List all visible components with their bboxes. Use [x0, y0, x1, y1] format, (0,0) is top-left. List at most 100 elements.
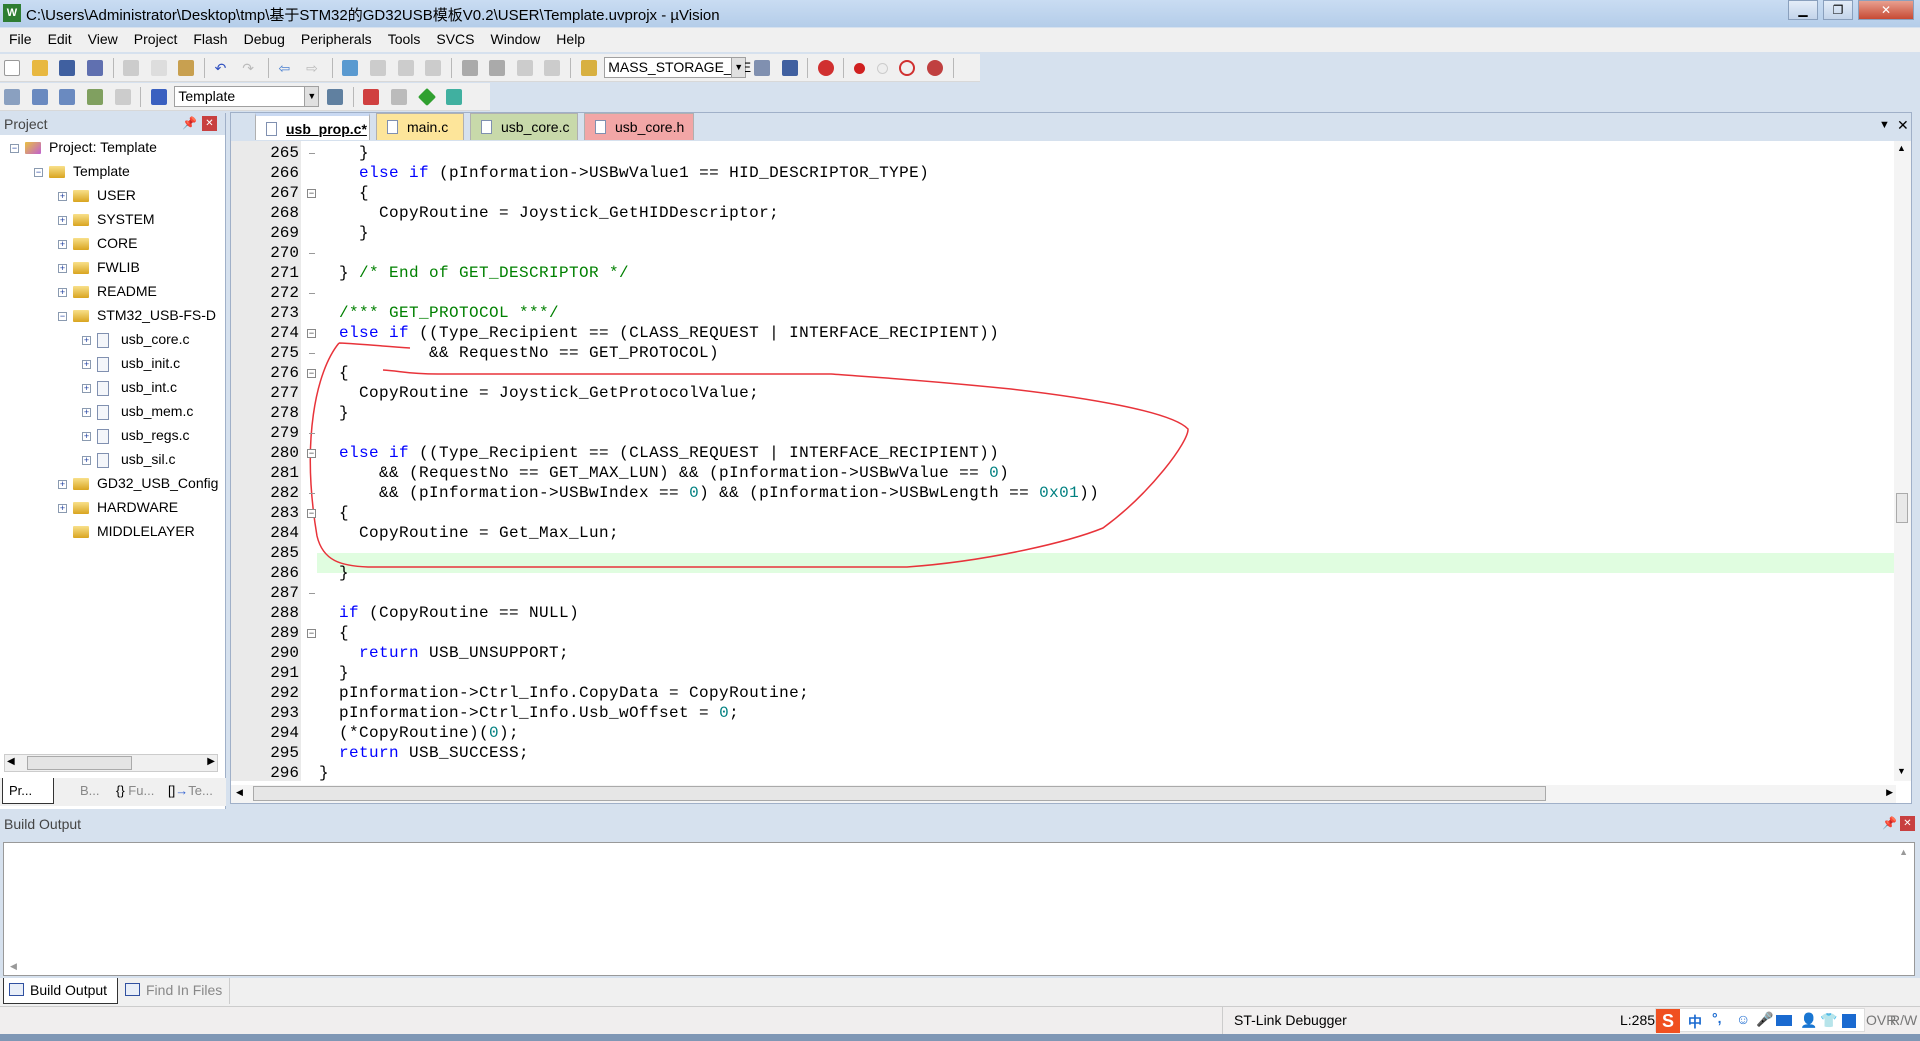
editor-vscrollbar[interactable]: ▲ ▼	[1894, 141, 1911, 781]
expand-icon[interactable]: +	[82, 335, 91, 345]
fold-collapse-icon[interactable]: −	[307, 449, 316, 458]
code-line[interactable]: }	[319, 563, 349, 583]
user-icon[interactable]: 👤	[1800, 1012, 1817, 1029]
tree-item[interactable]: + CORE	[58, 233, 137, 253]
code-editor[interactable]: usb_prop.c* main.c usb_core.c usb_core.h ▼ …	[230, 112, 1912, 804]
tree-item[interactable]: − Project: Template	[10, 137, 157, 157]
select-packs-icon[interactable]	[446, 89, 463, 105]
pin-icon[interactable]: 📌	[182, 116, 197, 130]
chevron-down-icon[interactable]: ▼	[731, 58, 746, 77]
tree-item[interactable]: + usb_mem.c	[82, 401, 193, 421]
fold-collapse-icon[interactable]: −	[307, 509, 316, 518]
sogou-ime-icon[interactable]: S	[1656, 1009, 1680, 1033]
manage-components-icon[interactable]	[363, 89, 380, 105]
editor-hscrollbar[interactable]: ◀ ▶	[231, 785, 1896, 803]
code-line[interactable]: }	[319, 143, 369, 163]
fold-collapse-icon[interactable]: −	[307, 369, 316, 378]
scroll-left-icon[interactable]: ◀	[10, 961, 17, 972]
pack-installer-icon[interactable]	[417, 87, 436, 107]
code-line[interactable]: {	[319, 183, 369, 203]
tree-item[interactable]: + usb_int.c	[82, 377, 177, 397]
code-line[interactable]: {	[319, 363, 349, 383]
expand-icon[interactable]: +	[82, 407, 91, 417]
fold-collapse-icon[interactable]: −	[307, 629, 316, 638]
code-line[interactable]: if (CopyRoutine == NULL)	[319, 603, 579, 623]
menu-window[interactable]: Window	[482, 28, 548, 47]
tree-item[interactable]: + usb_sil.c	[82, 449, 175, 469]
collapse-icon[interactable]: −	[58, 311, 67, 321]
editor-tab[interactable]: usb_core.c	[470, 113, 578, 140]
menu-svcs[interactable]: SVCS	[427, 28, 481, 47]
expand-icon[interactable]: +	[82, 383, 91, 393]
menu-file[interactable]: File	[0, 28, 39, 47]
close-tab-icon[interactable]: ✕	[1897, 117, 1909, 134]
toolbox-icon[interactable]	[1842, 1014, 1856, 1028]
new-file-icon[interactable]	[4, 60, 20, 76]
code-line[interactable]: }	[319, 763, 329, 783]
chevron-down-icon[interactable]: ▼	[304, 87, 319, 106]
expand-icon[interactable]: +	[58, 263, 67, 273]
tree-item[interactable]: − STM32_USB-FS-D	[58, 305, 216, 325]
scroll-thumb[interactable]	[27, 756, 132, 770]
stop-build-icon[interactable]	[114, 89, 131, 105]
close-window-button[interactable]: ✕	[1858, 0, 1914, 20]
pin-icon[interactable]: 📌	[1882, 816, 1897, 830]
vscroll-thumb[interactable]	[1896, 493, 1908, 523]
next-bookmark-icon[interactable]	[397, 60, 414, 76]
tree-item[interactable]: − Template	[34, 161, 130, 181]
code-line[interactable]: (*CopyRoutine)(0);	[319, 723, 519, 743]
code-line[interactable]: && (RequestNo == GET_MAX_LUN) && (pInfor…	[319, 463, 1009, 483]
tree-item[interactable]: + usb_core.c	[82, 329, 189, 349]
tab-build-output[interactable]: Build Output	[3, 978, 118, 1004]
tree-item[interactable]: + HARDWARE	[58, 497, 178, 517]
menu-flash[interactable]: Flash	[184, 28, 234, 47]
kill-breakpoints-icon[interactable]	[926, 60, 943, 76]
code-line[interactable]: }	[319, 403, 349, 423]
paste-icon[interactable]	[178, 60, 195, 76]
tree-item[interactable]: + usb_init.c	[82, 353, 180, 373]
tree-item[interactable]: + README	[58, 281, 157, 301]
undo-icon[interactable]: ↶	[215, 60, 231, 76]
tab-books[interactable]: B...	[58, 778, 110, 804]
editor-tab[interactable]: usb_core.h	[584, 113, 694, 140]
microphone-icon[interactable]: 🎤	[1756, 1011, 1773, 1028]
unindent-icon[interactable]	[489, 60, 506, 76]
translate-icon[interactable]	[4, 89, 20, 105]
disable-all-breakpoints-icon[interactable]	[899, 60, 916, 76]
tree-item[interactable]: + usb_regs.c	[82, 425, 189, 445]
scroll-down-icon[interactable]: ▼	[1897, 766, 1906, 776]
tab-list-dropdown-icon[interactable]: ▼	[1879, 119, 1890, 131]
ime-chinese-mode[interactable]: 中	[1688, 1012, 1702, 1032]
find-in-files-icon[interactable]	[580, 60, 597, 76]
code-line[interactable]: pInformation->Ctrl_Info.Usb_wOffset = 0;	[319, 703, 739, 723]
code-line[interactable]: && RequestNo == GET_PROTOCOL)	[319, 343, 719, 363]
editor-tab[interactable]: main.c	[376, 113, 464, 140]
save-icon[interactable]	[59, 60, 76, 76]
rebuild-icon[interactable]	[59, 89, 76, 105]
tree-item[interactable]: + FWLIB	[58, 257, 140, 277]
tab-templates[interactable]: []→Te...	[164, 778, 220, 804]
code-line[interactable]: else if (pInformation->USBwValue1 == HID…	[319, 163, 929, 183]
menu-peripherals[interactable]: Peripherals	[292, 28, 379, 47]
fold-collapse-icon[interactable]: −	[307, 189, 316, 198]
scroll-left-icon[interactable]: ◀	[7, 756, 15, 767]
tree-item[interactable]: + GD32_USB_Config	[58, 473, 218, 493]
scroll-up-icon[interactable]: ▲	[1897, 143, 1906, 153]
collapse-icon[interactable]: −	[34, 167, 43, 177]
scroll-up-icon[interactable]: ▲	[1899, 847, 1908, 857]
code-line[interactable]: && (pInformation->USBwIndex == 0) && (pI…	[319, 483, 1099, 503]
editor-tab[interactable]: usb_prop.c*	[255, 113, 370, 140]
code-line[interactable]: return USB_SUCCESS;	[319, 743, 529, 763]
find-icon[interactable]	[781, 60, 798, 76]
disable-breakpoint-icon[interactable]	[876, 63, 888, 74]
scroll-right-icon[interactable]: ▶	[207, 756, 215, 767]
code-line[interactable]: {	[319, 503, 349, 523]
debug-session-icon[interactable]	[817, 60, 834, 76]
code-line[interactable]: CopyRoutine = Joystick_GetHIDDescriptor;	[319, 203, 779, 223]
redo-icon[interactable]: ↷	[242, 60, 258, 76]
tab-find-in-files[interactable]: Find In Files	[120, 978, 230, 1004]
project-hscrollbar[interactable]: ◀ ▶	[4, 754, 218, 772]
keyboard-icon[interactable]	[1776, 1015, 1792, 1026]
expand-icon[interactable]: +	[58, 215, 67, 225]
batch-build-icon[interactable]	[86, 89, 103, 105]
